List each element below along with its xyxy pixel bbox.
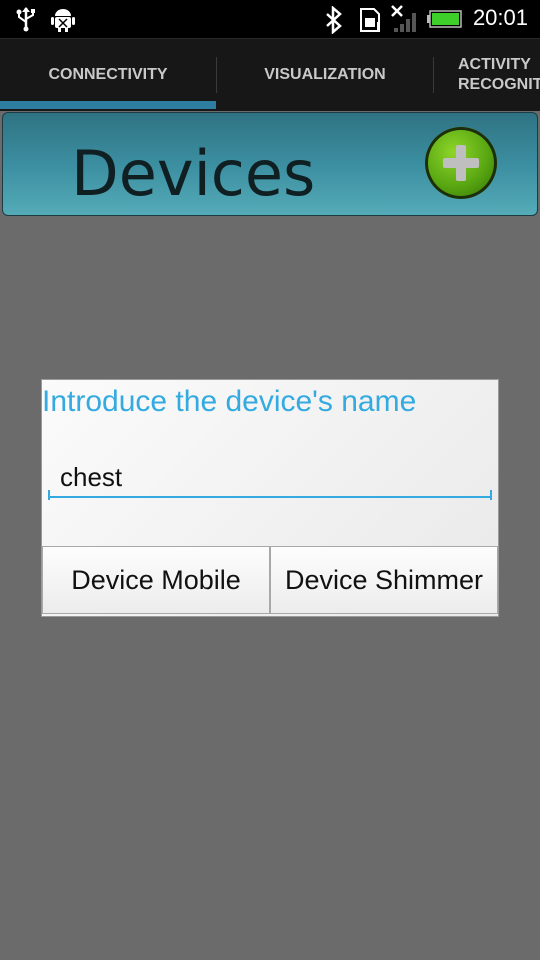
sim-icon	[360, 8, 380, 32]
dialog-title: Introduce the device's name	[42, 385, 417, 418]
tab-divider	[433, 57, 434, 93]
devices-header: Devices	[2, 112, 538, 216]
usb-icon	[16, 7, 35, 32]
input-underline-left-tick	[48, 490, 50, 500]
signal-icon	[391, 5, 416, 32]
android-debug-icon	[51, 9, 75, 32]
tab-activity-line1: ACTIVITY	[458, 56, 531, 73]
tab-activity-recognition[interactable]: ACTIVITY RECOGNITI	[458, 39, 540, 111]
tab-activity-line2: RECOGNITI	[458, 76, 540, 93]
bluetooth-icon	[326, 6, 342, 34]
tab-visualization[interactable]: VISUALIZATION	[217, 39, 433, 111]
status-bar: 20:01	[0, 0, 540, 38]
status-time: 20:01	[472, 5, 528, 30]
input-underline-right-tick	[490, 490, 492, 500]
device-mobile-button[interactable]: Device Mobile	[42, 546, 270, 614]
device-shimmer-button[interactable]: Device Shimmer	[270, 546, 498, 614]
tab-bar: CONNECTIVITY VISUALIZATION ACTIVITY RECO…	[0, 38, 540, 111]
add-device-button[interactable]	[425, 127, 497, 199]
page-title: Devices	[71, 137, 316, 210]
battery-icon	[427, 10, 462, 28]
selected-tab-indicator	[0, 101, 216, 109]
device-name-dialog: Introduce the device's name Device Mobil…	[42, 380, 498, 616]
device-name-input[interactable]	[48, 458, 492, 498]
